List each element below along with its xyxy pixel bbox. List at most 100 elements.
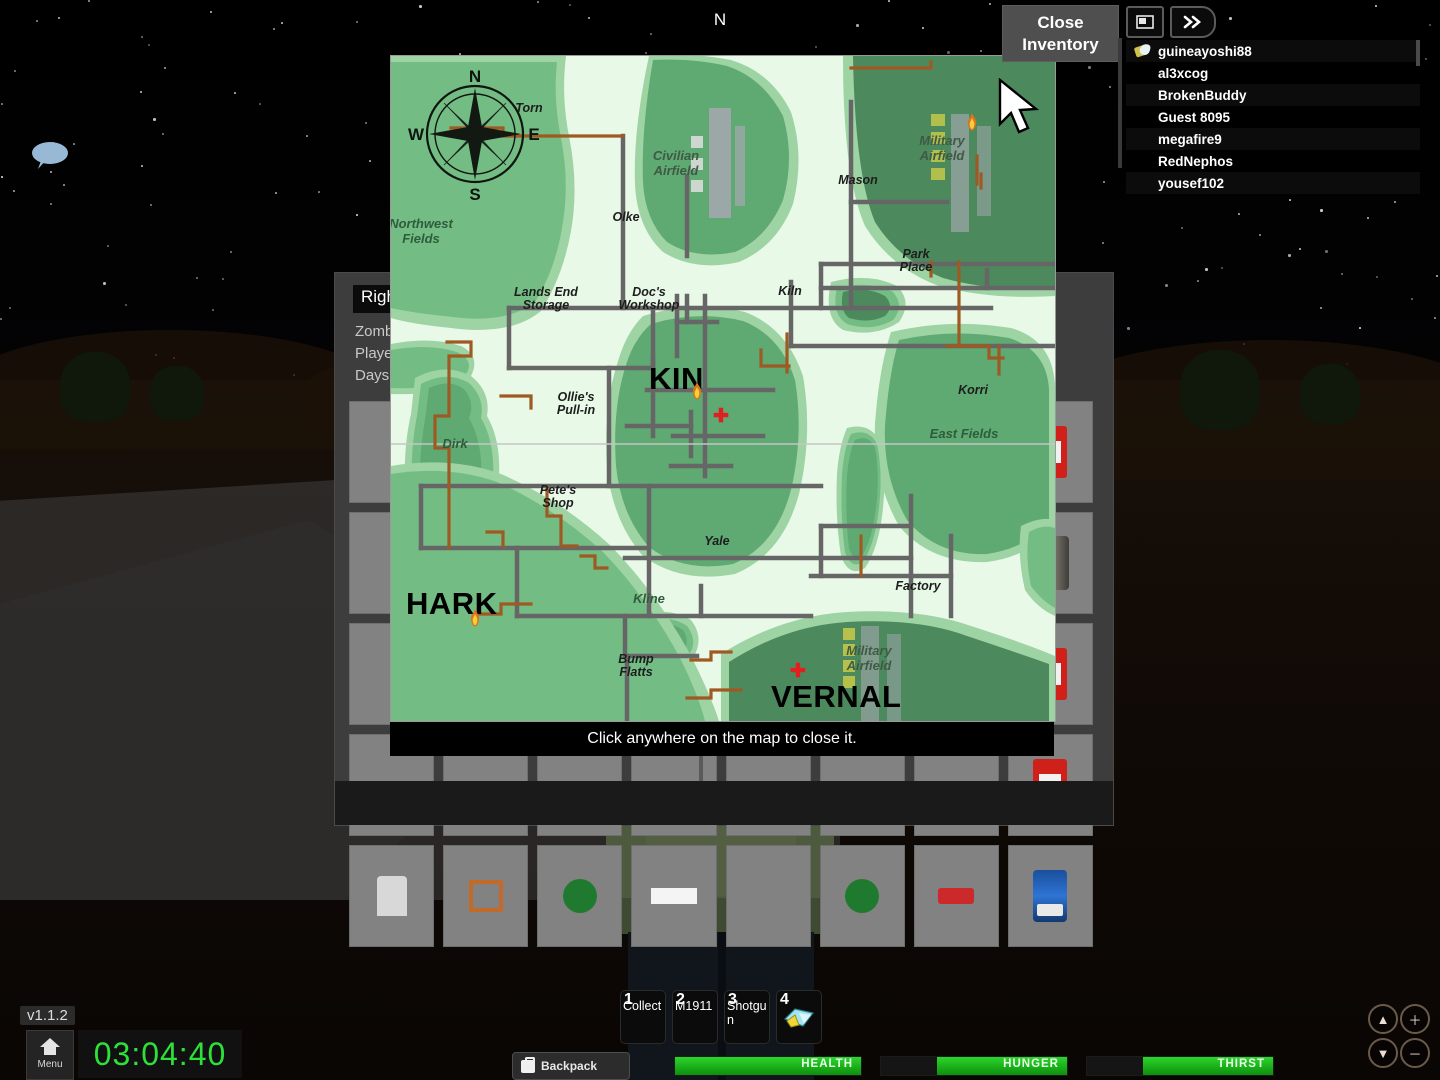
player-list-item[interactable]: guineayoshi88 [1126,40,1420,62]
player-badge-icon [1133,43,1152,59]
player-list-scrollbar[interactable] [1416,40,1420,66]
compass-north-indicator: N [713,10,727,29]
hotbar-slot[interactable]: 3 Shotgun [724,990,770,1044]
star [281,22,283,24]
star [150,204,152,206]
world-map[interactable]: N S E W Torn Northwest Fields Olke Civilian… [390,55,1056,722]
player-badge-placeholder [1134,65,1152,81]
zoom-out-button[interactable]: － [1400,1038,1430,1068]
item-green-icon [845,879,880,913]
pan-down-button[interactable]: ▼ [1368,1038,1398,1068]
star [815,46,817,48]
star [222,278,224,280]
tree-silhouette [60,352,130,422]
player-list-item[interactable]: al3xcog [1126,62,1420,84]
star [922,27,924,29]
zoom-in-button[interactable]: ＋ [1400,1004,1430,1034]
fullscreen-toggle-button[interactable] [1126,6,1164,38]
star [88,0,90,2]
star [1127,327,1130,330]
player-badge-placeholder [1134,87,1152,103]
star [947,51,950,54]
pan-up-button[interactable]: ▲ [1368,1004,1398,1034]
status-bar-label: THIRST [1217,1058,1265,1070]
home-icon [27,1036,73,1059]
player-badge-placeholder [1134,131,1152,147]
item-white-icon [650,888,697,904]
star [1109,86,1111,88]
star [365,122,367,124]
hotbar-slot[interactable]: 4 [776,990,822,1044]
star [1103,181,1105,183]
inventory-slot[interactable] [819,845,905,947]
inventory-slot[interactable] [913,845,999,947]
player-badge-placeholder [1134,153,1152,169]
roblox-top-buttons [1126,6,1216,38]
game-screen: N Right click to use an item Zombies Kil… [0,0,1440,1080]
star [63,184,65,186]
hotbar-slot[interactable]: 2 M1911 [672,990,718,1044]
star [318,191,320,193]
star [856,24,859,27]
player-list-item[interactable]: RedNephos [1126,150,1420,172]
zoom-in-glyph: ＋ [1408,1012,1422,1028]
hotbar-label: Collect [623,999,662,1013]
item-orange-icon [468,880,503,912]
star [1165,284,1168,287]
inventory-slot[interactable] [349,845,435,947]
player-list-item[interactable]: BrokenBuddy [1126,84,1420,106]
star [1367,217,1369,219]
menu-button[interactable]: Menu [26,1030,74,1080]
player-list-item[interactable]: yousef102 [1126,172,1420,194]
star [234,92,236,94]
star [50,203,52,205]
player-list-edge [1118,38,1122,168]
inventory-slot[interactable] [631,845,717,947]
star [125,304,127,306]
star [650,33,652,35]
inventory-slot[interactable] [725,845,811,947]
star [1425,58,1427,60]
inventory-slot[interactable] [443,845,529,947]
hotbar: 1 Collect 2 M1911 3 Shotgun 4 [620,990,822,1044]
backpack-button[interactable]: Backpack [512,1052,630,1080]
star [212,309,214,311]
map-close-hint: Click anywhere on the map to close it. [390,722,1054,756]
item-gray-icon [376,876,407,916]
player-badge-placeholder [1134,175,1152,191]
inventory-slot[interactable] [537,845,623,947]
hotbar-label: Shotgun [727,999,767,1027]
star [1,176,3,178]
item-green-icon [562,879,597,913]
player-list-expand-button[interactable] [1170,6,1216,38]
svg-text:S: S [469,185,480,204]
close-inventory-button[interactable]: Close Inventory [1002,5,1119,62]
star [1411,298,1413,300]
inventory-slot[interactable] [1007,845,1093,947]
star [210,11,212,13]
star [196,277,198,279]
player-list-item[interactable]: megafire9 [1126,128,1420,150]
backpack-label: Backpack [541,1059,598,1073]
star [888,0,890,2]
hotbar-slot[interactable]: 1 Collect [620,990,666,1044]
player-list-item[interactable]: Guest 8095 [1126,106,1420,128]
star [58,17,60,19]
svg-text:W: W [408,125,425,144]
status-bar-label: HEALTH [801,1058,853,1070]
star [162,133,164,135]
status-bar-label: HUNGER [1003,1058,1059,1070]
star [369,160,371,162]
star [14,70,16,72]
svg-text:E: E [528,125,539,144]
player-name: guineayoshi88 [1158,43,1252,59]
star [140,91,142,93]
player-badge-placeholder [1134,109,1152,125]
star [1436,275,1438,277]
star [1238,213,1240,215]
player-name: Guest 8095 [1158,109,1231,125]
star [1102,242,1104,244]
map-icon [783,1005,815,1029]
star [50,171,52,173]
star [1376,276,1378,278]
